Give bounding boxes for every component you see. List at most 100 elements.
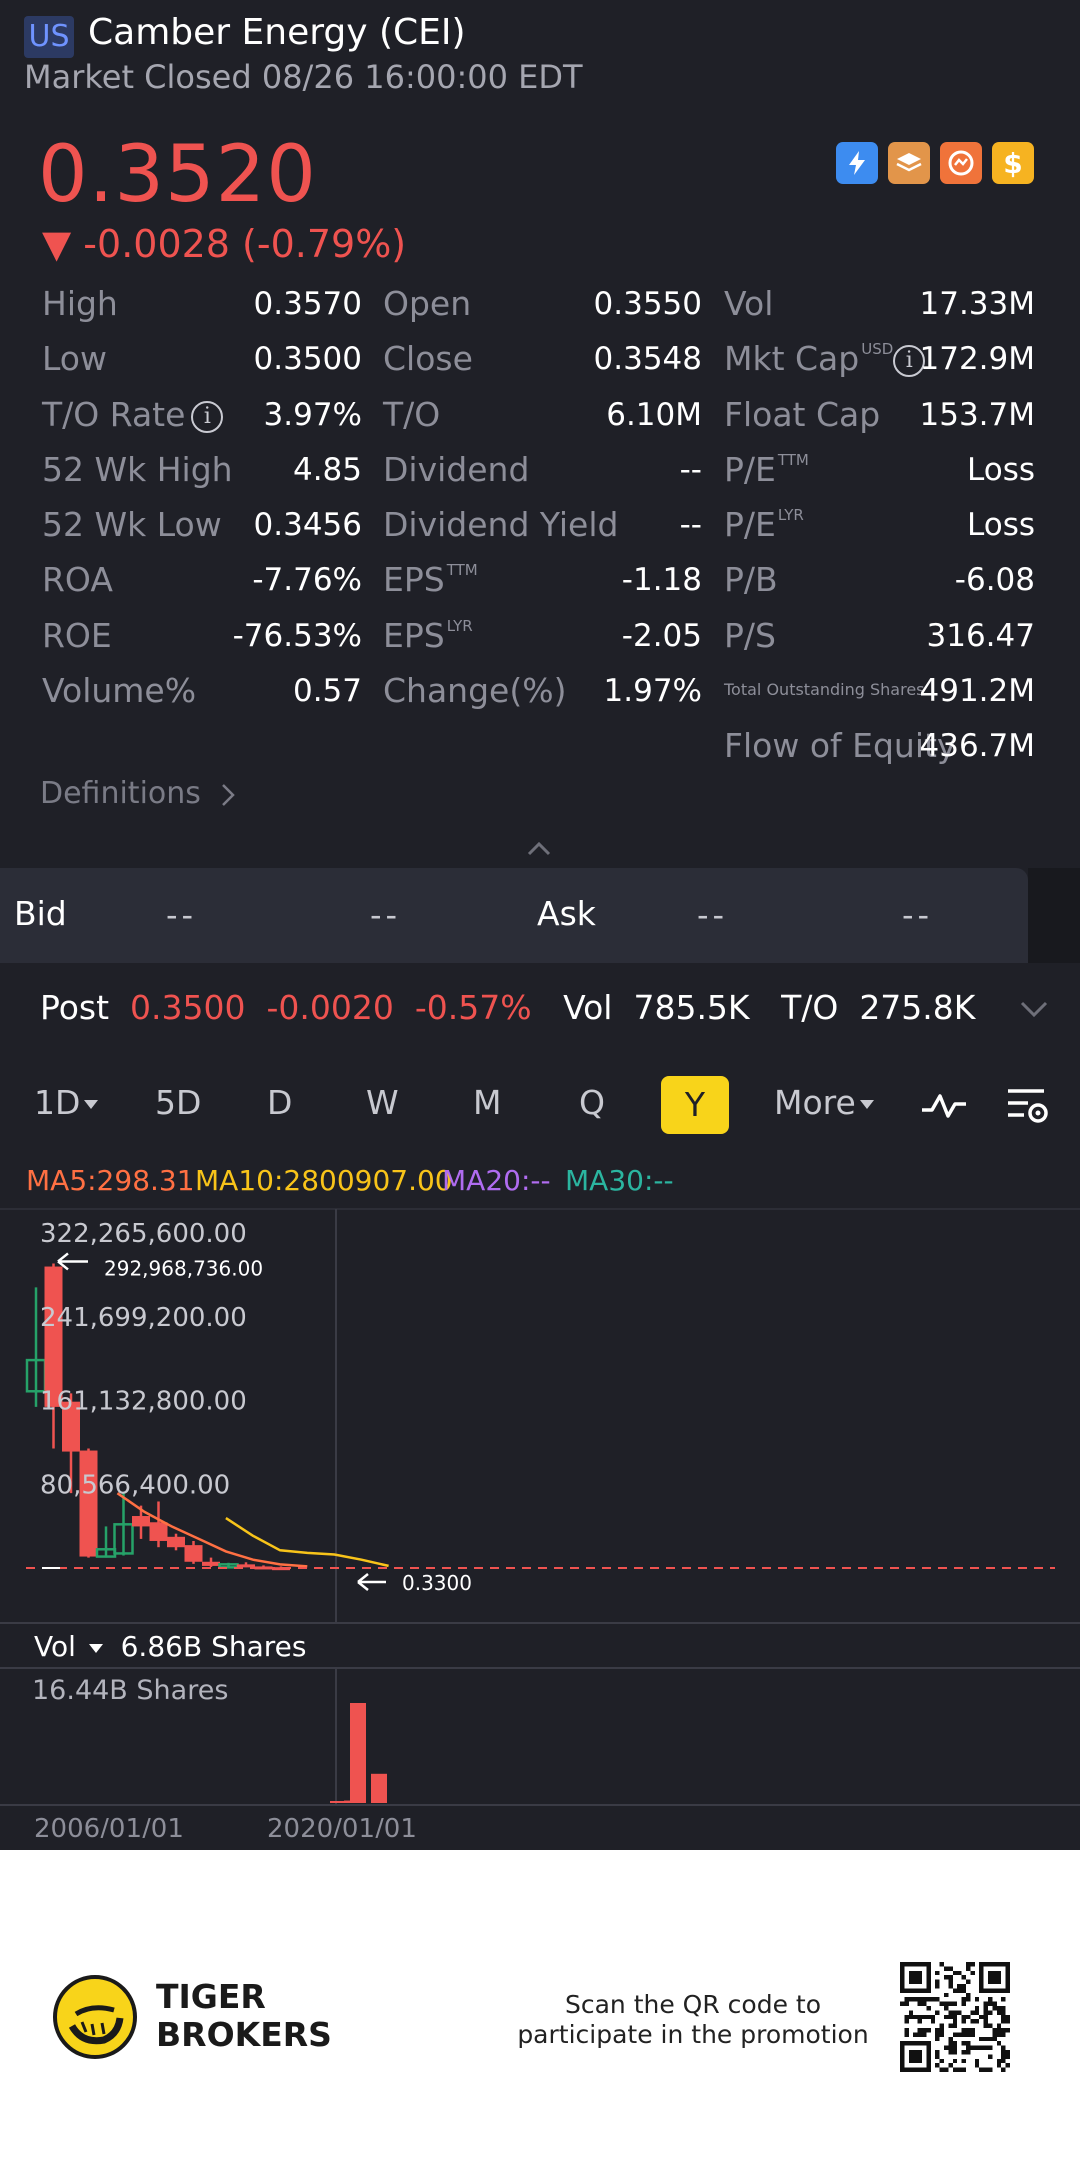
info-icon[interactable]: i — [191, 400, 224, 433]
qr-module — [957, 2067, 962, 2072]
qr-module — [979, 2045, 984, 2050]
qr-module — [992, 2028, 997, 2033]
qr-finder — [900, 1970, 905, 1976]
ask-size: -- — [902, 896, 934, 934]
qr-finder — [913, 1975, 918, 1980]
options-icon[interactable] — [940, 142, 982, 184]
qr-module — [935, 2036, 940, 2042]
qr-finder — [917, 1962, 922, 1967]
qr-module — [961, 1988, 966, 1993]
tab-w[interactable]: W — [366, 1083, 399, 1122]
qr-module — [988, 2036, 993, 2042]
current-arrow-icon — [357, 1573, 386, 1591]
qr-module — [948, 2050, 953, 2055]
lightning-1-icon[interactable] — [836, 142, 878, 184]
candle-body-down — [132, 1516, 150, 1527]
tab-d[interactable]: D — [267, 1083, 292, 1122]
qr-finder — [1005, 1984, 1010, 1989]
qr-module — [930, 2014, 936, 2020]
collapse-caret-icon[interactable] — [526, 836, 552, 862]
stat-value: 153.7M — [919, 397, 1036, 433]
stat-label-mkt-cap[interactable]: Mkt Cap USD i — [724, 339, 926, 378]
qr-module — [1001, 2014, 1006, 2020]
volume-selector[interactable]: Vol 6.86B Shares — [34, 1630, 306, 1663]
qr-module — [952, 2032, 958, 2037]
qr-module — [952, 1988, 958, 1993]
qr-module — [992, 2001, 997, 2006]
qr-finder — [1005, 1979, 1010, 1984]
tab-5d[interactable]: 5D — [155, 1083, 201, 1122]
qr-module — [1001, 2028, 1006, 2033]
qr-code[interactable] — [900, 1962, 1010, 2072]
qr-module — [913, 2032, 918, 2037]
bid-ask-panel: Bid -- -- Ask -- -- — [0, 868, 1028, 963]
qr-module — [970, 2019, 975, 2024]
qr-finder — [996, 1970, 1002, 1976]
qr-finder — [983, 1962, 988, 1967]
qr-module — [908, 2014, 914, 2020]
qr-finder — [900, 1975, 905, 1980]
tab-more[interactable]: More — [774, 1083, 874, 1122]
qr-module — [983, 2045, 988, 2050]
qr-module — [1001, 2019, 1006, 2024]
qr-finder — [926, 1975, 931, 1980]
qr-module — [930, 2019, 936, 2024]
quote-screen: US Camber Energy (CEI) Market Closed 08/… — [0, 0, 1080, 1850]
qr-module — [952, 2001, 958, 2006]
brand-name: TIGER BROKERS — [156, 1977, 332, 2054]
qr-module — [983, 2067, 988, 2072]
stat-value: -2.05 — [621, 618, 702, 654]
market-badge: US — [24, 16, 74, 58]
definitions-link[interactable]: Definitions — [40, 776, 238, 811]
tab-1d[interactable]: 1D — [34, 1083, 99, 1122]
qr-module — [926, 1997, 931, 2002]
price-chart[interactable]: 322,265,600.00 241,699,200.00 161,132,800.… — [0, 1198, 1080, 1838]
post-market-row[interactable]: Post 0.3500 -0.0020 -0.57% Vol 785.5K T/… — [40, 988, 975, 1027]
qr-module — [1001, 2058, 1006, 2064]
qr-finder — [992, 1962, 997, 1967]
qr-module — [970, 1970, 975, 1976]
qr-module — [926, 2014, 931, 2020]
y-tick-label: 322,265,600.00 — [40, 1219, 247, 1249]
qr-module — [922, 2032, 927, 2037]
qr-finder — [908, 2054, 914, 2059]
dollar-icon[interactable]: $ — [992, 142, 1034, 184]
stat-label: Open — [383, 284, 472, 323]
qr-finder — [900, 2058, 905, 2064]
tab-q[interactable]: Q — [579, 1083, 605, 1122]
chart-settings-icon[interactable] — [1004, 1085, 1050, 1127]
qr-finder — [917, 2067, 922, 2072]
tab-m[interactable]: M — [473, 1083, 501, 1122]
stat-label: Volume% — [42, 671, 197, 710]
qr-module — [992, 2036, 997, 2042]
qr-module — [1001, 2045, 1006, 2050]
qr-finder — [900, 1966, 905, 1971]
qr-module — [957, 1970, 962, 1976]
candle-body-down — [167, 1536, 185, 1548]
qr-module — [974, 2063, 980, 2068]
stat-label-to-rate[interactable]: T/O Rate i — [42, 395, 224, 434]
qr-module — [966, 2045, 971, 2050]
layers-a-icon[interactable] — [888, 142, 930, 184]
qr-finder — [900, 2054, 905, 2059]
candle-body-down — [237, 1564, 255, 1568]
qr-finder — [926, 1966, 931, 1971]
stat-label: P/S — [724, 616, 776, 655]
qr-finder — [926, 2054, 931, 2059]
qr-module — [935, 2054, 940, 2059]
qr-finder — [913, 2054, 918, 2059]
candle-body-down — [79, 1450, 98, 1557]
qr-finder — [1005, 1970, 1010, 1976]
qr-module — [988, 1997, 993, 2002]
qr-finder — [900, 2063, 905, 2068]
stat-label: High — [42, 284, 118, 323]
last-price: 0.3520 — [38, 130, 317, 220]
qr-module — [935, 1979, 940, 1984]
indicator-icon[interactable] — [920, 1088, 968, 1124]
qr-module — [983, 2019, 988, 2024]
qr-finder — [926, 2058, 931, 2064]
stat-value: 3.97% — [263, 397, 362, 433]
qr-finder — [926, 1962, 931, 1967]
chevron-down-icon[interactable] — [1018, 998, 1050, 1020]
tab-y[interactable]: Y — [661, 1076, 729, 1134]
